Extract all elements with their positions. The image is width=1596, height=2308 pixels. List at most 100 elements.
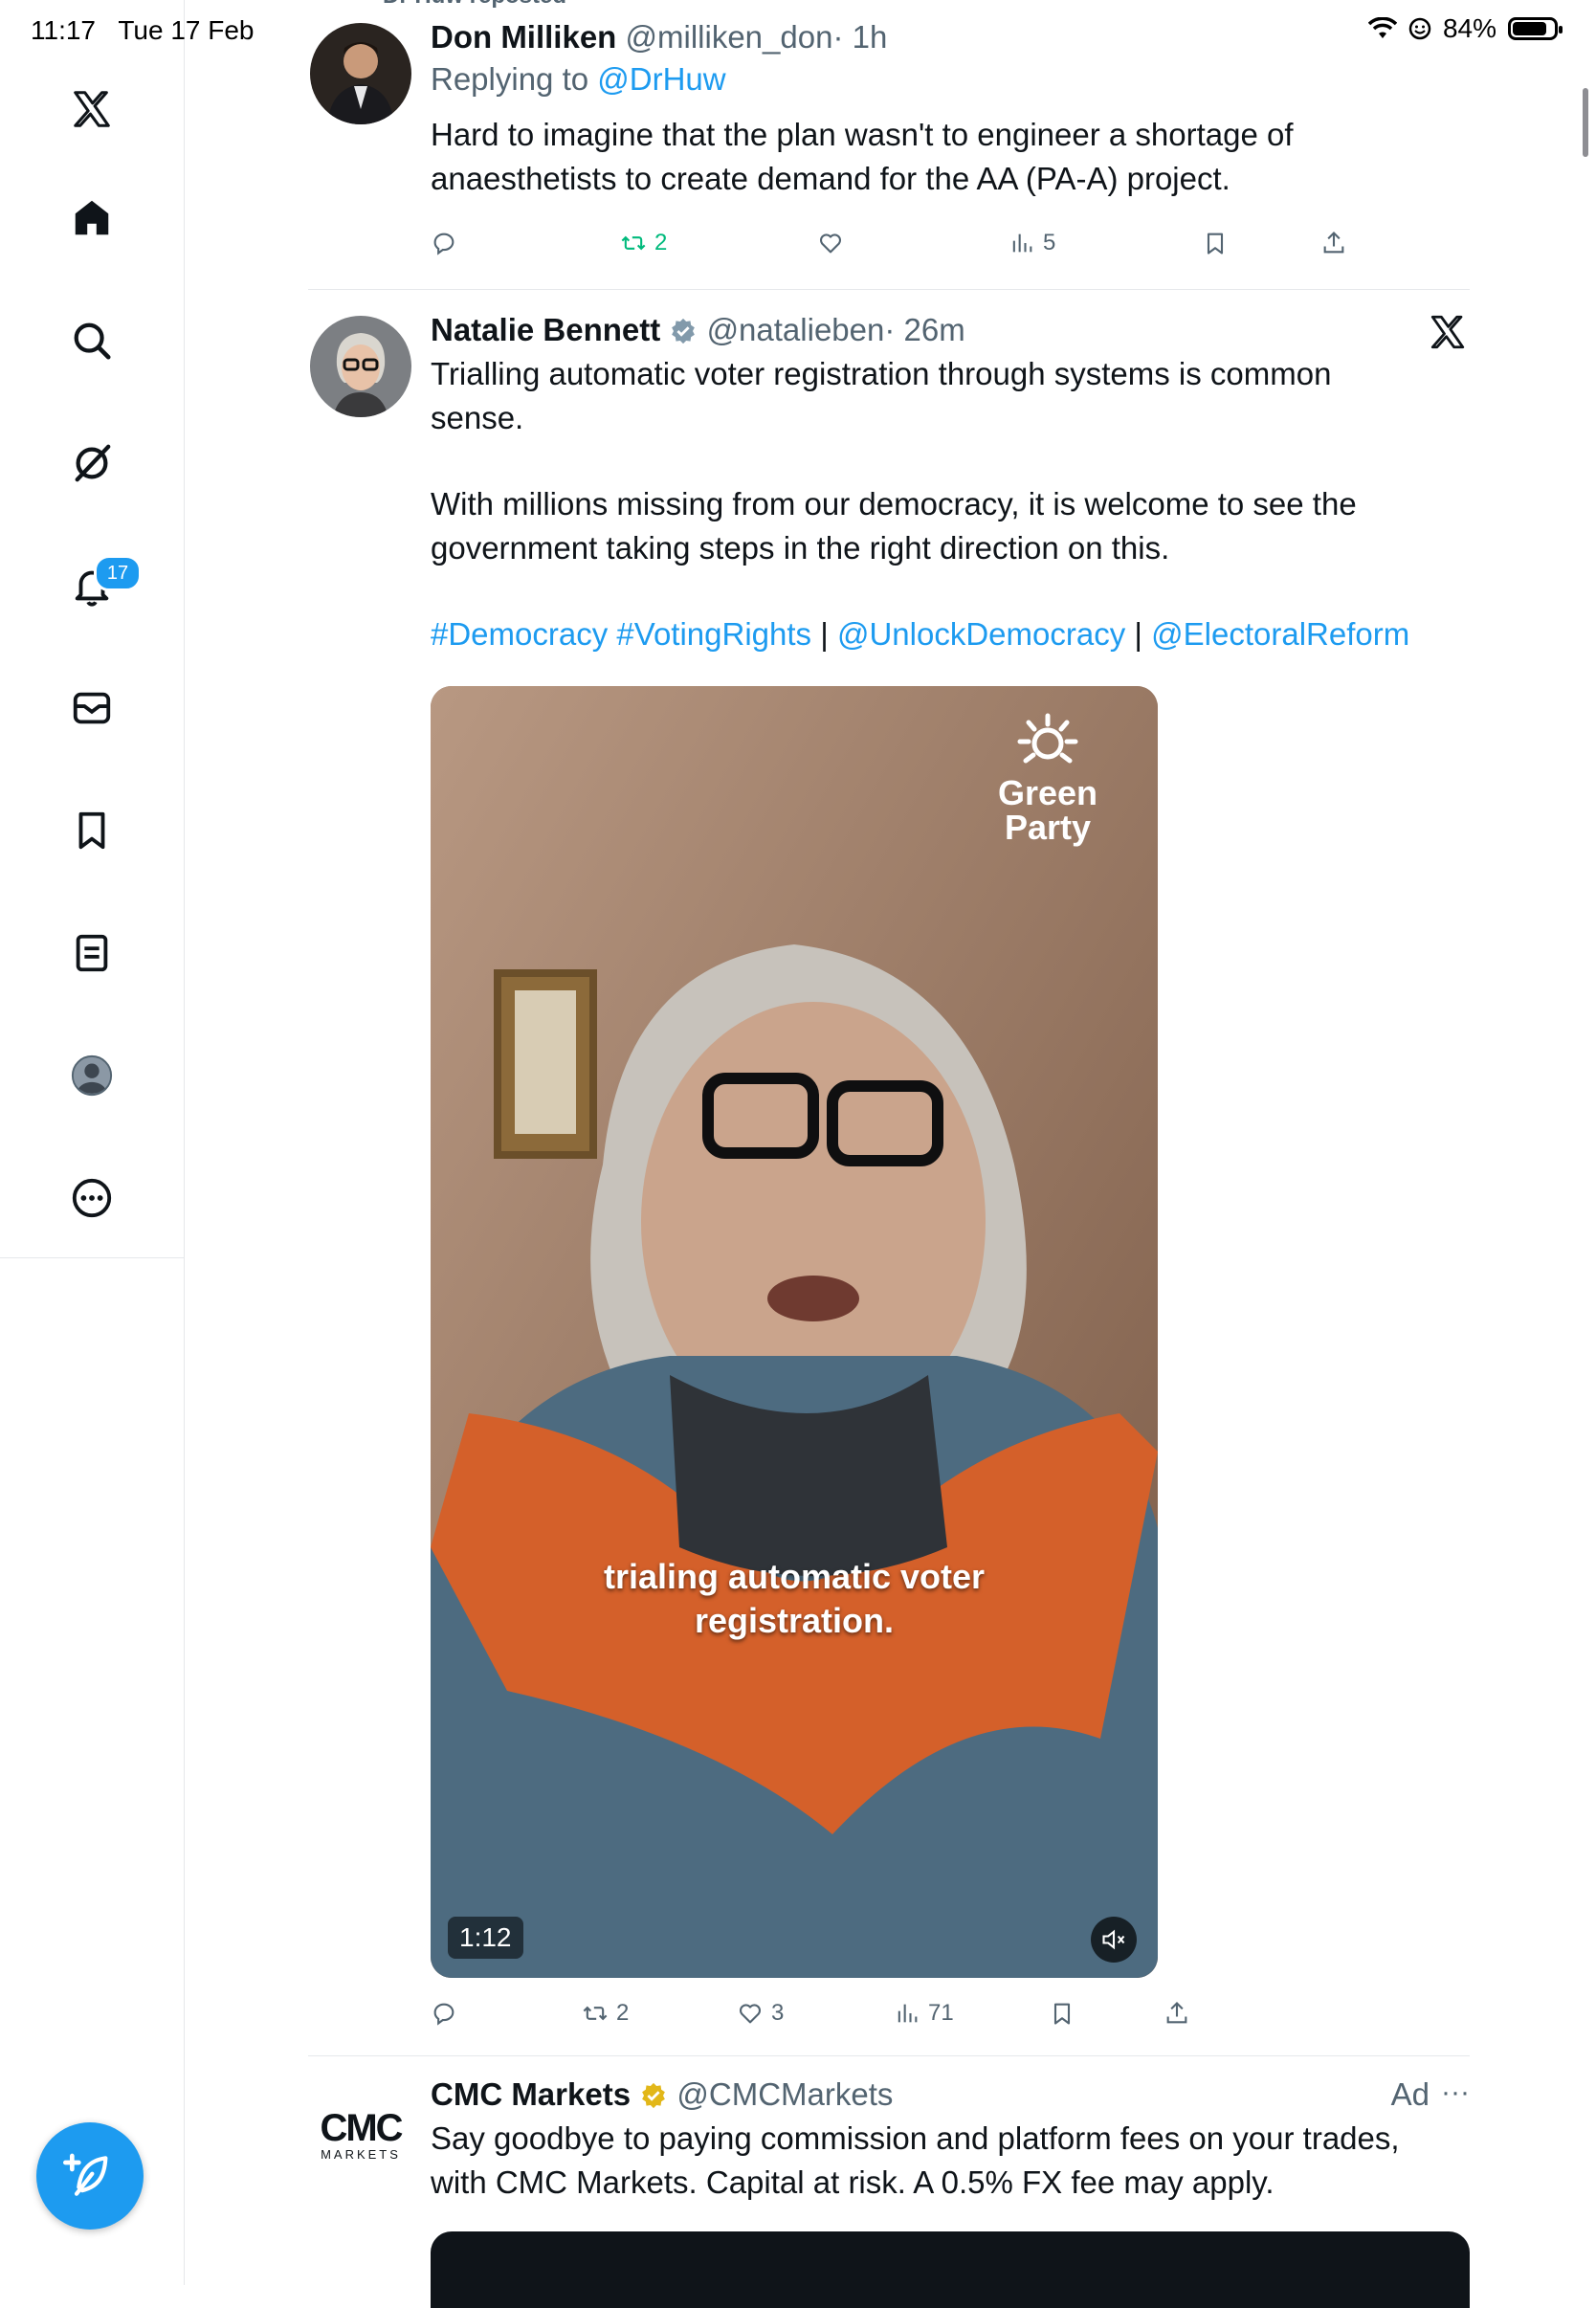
scrollbar[interactable] bbox=[1583, 88, 1588, 157]
x-logo-icon[interactable] bbox=[57, 75, 126, 144]
avatar[interactable] bbox=[310, 316, 411, 417]
reply-icon bbox=[433, 233, 454, 255]
views-button[interactable]: 5 bbox=[1009, 230, 1055, 256]
ad-media[interactable] bbox=[431, 2231, 1470, 2308]
status-indicators: 84% bbox=[1367, 13, 1563, 44]
views-count: 71 bbox=[928, 2000, 954, 2026]
green-party-logo: Green Party bbox=[976, 713, 1119, 845]
tweet-text-p2: With millions missing from our democracy… bbox=[431, 486, 1357, 566]
tweet-actions: 2 3 71 bbox=[431, 1994, 1470, 2032]
messages-icon[interactable] bbox=[57, 674, 126, 743]
home-icon[interactable] bbox=[57, 184, 126, 253]
like-button[interactable]: 3 bbox=[737, 2000, 784, 2027]
muted-speaker-icon bbox=[1102, 1929, 1125, 1950]
bookmark-icon bbox=[1053, 2003, 1071, 2025]
repost-button[interactable]: 2 bbox=[582, 2000, 629, 2027]
repost-count: 2 bbox=[616, 2000, 630, 2026]
logo-line-1: Green bbox=[997, 773, 1098, 812]
battery-icon bbox=[1508, 17, 1563, 40]
share-button[interactable] bbox=[1320, 230, 1347, 256]
reply-button[interactable] bbox=[431, 2000, 457, 2027]
focus-smiley-icon bbox=[1408, 17, 1431, 40]
caption-line-2: registration. bbox=[694, 1601, 895, 1640]
tweet-tags: #Democracy #VotingRights | @UnlockDemocr… bbox=[431, 612, 1470, 656]
clock: 11:17 bbox=[31, 15, 96, 45]
sidebar: 17 bbox=[0, 0, 185, 2285]
tweet-actions: 2 5 bbox=[431, 224, 1470, 262]
handle[interactable]: @CMCMarkets bbox=[676, 2076, 893, 2112]
battery-percent: 84% bbox=[1442, 13, 1496, 43]
profile-icon[interactable] bbox=[57, 1041, 126, 1110]
video-frame bbox=[431, 686, 1158, 1978]
repost-button[interactable]: 2 bbox=[620, 230, 667, 256]
display-name[interactable]: CMC Markets bbox=[431, 2076, 631, 2112]
status-time: 11:17 Tue 17 Feb bbox=[31, 15, 255, 46]
share-icon bbox=[1323, 232, 1344, 254]
avatar[interactable]: CMC MARKETS bbox=[310, 2109, 411, 2186]
sunflower-logo-icon bbox=[1017, 713, 1078, 764]
reply-button[interactable] bbox=[431, 230, 457, 256]
tweet-text: Hard to imagine that the plan wasn't to … bbox=[431, 117, 1294, 196]
tweet-header: CMC Markets @CMCMarkets bbox=[431, 2076, 1470, 2113]
like-button[interactable] bbox=[817, 230, 844, 256]
bookmark-button[interactable] bbox=[1202, 230, 1229, 256]
more-icon[interactable] bbox=[57, 1164, 126, 1232]
more-options-button[interactable]: ··· bbox=[1441, 2076, 1470, 2109]
hashtag-link[interactable]: #VotingRights bbox=[616, 616, 811, 652]
handle[interactable]: @natalieben bbox=[707, 312, 885, 347]
date: Tue 17 Feb bbox=[118, 15, 255, 45]
repost-icon bbox=[583, 2006, 608, 2021]
sidebar-divider bbox=[0, 1257, 184, 1258]
replying-handle-link[interactable]: @DrHuw bbox=[597, 61, 725, 97]
notifications-badge: 17 bbox=[94, 555, 142, 591]
grok-icon[interactable] bbox=[57, 429, 126, 498]
views-button[interactable]: 71 bbox=[894, 2000, 954, 2027]
bookmark-icon bbox=[1207, 233, 1224, 255]
compose-button[interactable] bbox=[36, 2122, 144, 2230]
compose-feather-icon bbox=[63, 2153, 108, 2196]
repost-icon bbox=[621, 235, 646, 251]
share-icon bbox=[1166, 2002, 1187, 2024]
bookmarks-icon[interactable] bbox=[57, 796, 126, 865]
cmc-logo-text: CMC bbox=[320, 2109, 403, 2149]
video-duration: 1:12 bbox=[448, 1917, 523, 1959]
video-caption: trialing automatic voter registration. bbox=[431, 1555, 1158, 1643]
replying-to: Replying to @DrHuw bbox=[431, 57, 1470, 101]
x-logo-icon[interactable] bbox=[1428, 312, 1468, 352]
tweet-divider bbox=[308, 289, 1470, 290]
bookmark-button[interactable] bbox=[1049, 2000, 1075, 2027]
verified-gold-badge-icon bbox=[642, 2082, 666, 2109]
hashtag-link[interactable]: #Democracy bbox=[431, 616, 608, 652]
mention-link[interactable]: @UnlockDemocracy bbox=[837, 616, 1125, 652]
caption-line-1: trialing automatic voter bbox=[603, 1557, 986, 1596]
replying-prefix: Replying to bbox=[431, 61, 589, 97]
share-button[interactable] bbox=[1164, 2000, 1190, 2027]
views-icon bbox=[898, 2004, 918, 2023]
tweet-divider bbox=[308, 2055, 1470, 2056]
tweet-header: Natalie Bennett @natalieben· 26m bbox=[431, 312, 1470, 348]
separator: | bbox=[820, 616, 829, 652]
like-count: 3 bbox=[771, 2000, 785, 2026]
lists-icon[interactable] bbox=[57, 919, 126, 988]
verified-badge-icon bbox=[672, 318, 696, 344]
separator: | bbox=[1134, 616, 1142, 652]
heart-icon bbox=[819, 233, 842, 254]
heart-icon bbox=[739, 2004, 762, 2024]
tweet-text-p1: Trialling automatic voter registration t… bbox=[431, 356, 1332, 435]
mention-link[interactable]: @ElectoralReform bbox=[1151, 616, 1409, 652]
cmc-logo-sub: MARKETS bbox=[321, 2147, 401, 2162]
display-name[interactable]: Natalie Bennett bbox=[431, 312, 660, 347]
views-icon bbox=[1012, 233, 1032, 253]
mute-button[interactable] bbox=[1091, 1917, 1137, 1963]
ad-label: Ad bbox=[1390, 2076, 1430, 2112]
reply-icon bbox=[433, 2003, 454, 2026]
search-icon[interactable] bbox=[57, 306, 126, 375]
logo-line-2: Party bbox=[1004, 808, 1092, 847]
tweet-text: Say goodbye to paying commission and pla… bbox=[431, 2120, 1400, 2200]
battery-fill bbox=[1513, 22, 1546, 35]
timestamp[interactable]: · 26m bbox=[884, 312, 964, 347]
repost-count: 2 bbox=[654, 230, 668, 255]
wifi-icon bbox=[1367, 17, 1397, 38]
video-player[interactable]: Green Party trialing automatic voter reg… bbox=[431, 686, 1158, 1978]
views-count: 5 bbox=[1043, 230, 1056, 255]
